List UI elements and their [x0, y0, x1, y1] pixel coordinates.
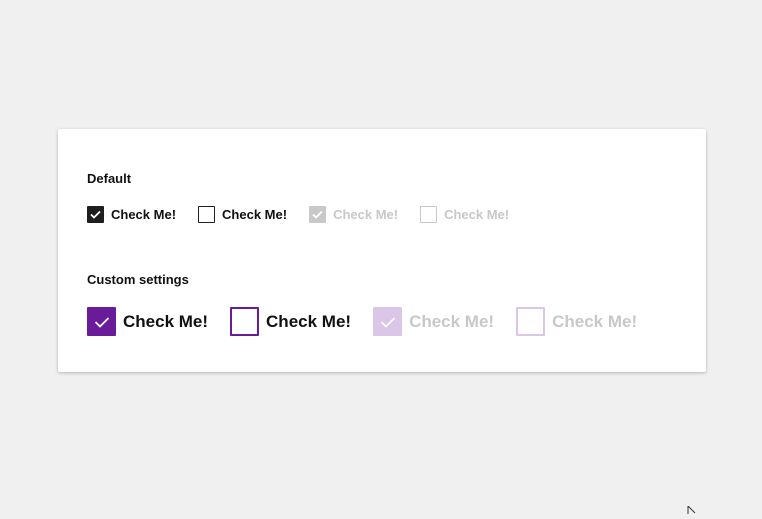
checkbox-label: Check Me! [222, 207, 288, 222]
default-checkbox-checked[interactable]: Check Me! [87, 206, 176, 223]
custom-checkbox-unchecked[interactable]: Check Me! [230, 307, 351, 336]
checkbox-checked-icon [373, 307, 403, 336]
checkbox-demo-card: Default Check Me! Check Me! Check Me! Ch… [58, 129, 706, 372]
checkbox-checked-icon[interactable] [87, 307, 116, 336]
checkbox-label: Check Me! [111, 207, 177, 222]
checkbox-empty-icon[interactable] [230, 307, 260, 336]
default-checkbox-row: Check Me! Check Me! Check Me! Check Me! [87, 206, 531, 223]
checkbox-label: Check Me! [552, 311, 638, 331]
checkbox-empty-icon [420, 206, 438, 223]
custom-checkbox-checked[interactable]: Check Me! [87, 307, 208, 336]
section-title-default: Default [87, 171, 132, 186]
default-checkbox-unchecked-disabled: Check Me! [420, 206, 509, 223]
checkbox-label: Check Me! [123, 311, 209, 331]
custom-checkbox-unchecked-disabled: Check Me! [516, 307, 637, 336]
checkbox-label: Check Me! [444, 207, 510, 222]
checkbox-checked-icon[interactable] [87, 206, 104, 223]
default-checkbox-unchecked[interactable]: Check Me! [198, 206, 287, 223]
default-checkbox-checked-disabled: Check Me! [309, 206, 398, 223]
checkbox-empty-icon[interactable] [198, 206, 216, 223]
checkbox-label: Check Me! [409, 311, 495, 331]
checkbox-label: Check Me! [333, 207, 399, 222]
checkbox-empty-icon [516, 307, 546, 336]
mouse-pointer-icon [687, 501, 697, 519]
checkbox-label: Check Me! [266, 311, 352, 331]
section-title-custom: Custom settings [87, 272, 189, 287]
custom-checkbox-row: Check Me! Check Me! Check Me! Check Me! [87, 307, 659, 336]
custom-checkbox-checked-disabled: Check Me! [373, 307, 494, 336]
checkbox-checked-icon [309, 206, 327, 223]
